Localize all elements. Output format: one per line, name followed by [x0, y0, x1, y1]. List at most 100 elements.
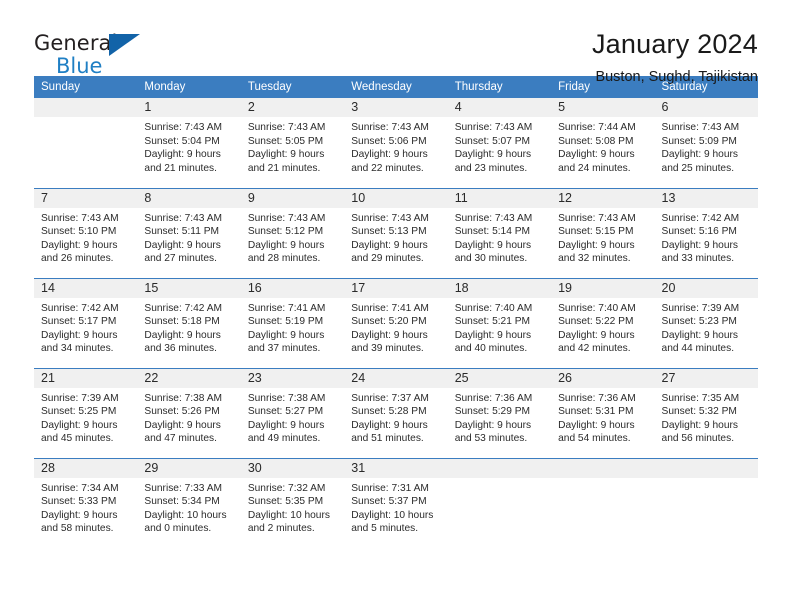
sunset-text: Sunset: 5:35 PM: [247, 496, 324, 508]
daylight-text-line1: Daylight: 9 hours: [661, 419, 738, 431]
daylight-text-line2: and 28 minutes.: [247, 253, 321, 265]
daylight-text-line1: Daylight: 9 hours: [247, 329, 325, 341]
sunrise-text: Sunrise: 7:42 AM: [144, 302, 223, 314]
calendar-day-cell[interactable]: 15 Sunrise: 7:42 AM Sunset: 5:18 PM Dayligh…: [137, 277, 241, 368]
calendar-day-cell[interactable]: 4 Sunrise: 7:43 AM Sunset: 5:07 PM Daylight…: [447, 98, 552, 188]
day-details: Sunrise: 7:32 AM Sunset: 5:35 PM Daylight:…: [241, 478, 344, 536]
daylight-text-line1: Daylight: 9 hours: [144, 239, 221, 251]
sunset-text: Sunset: 5:08 PM: [558, 135, 634, 147]
daylight-text-line1: Daylight: 9 hours: [454, 419, 532, 431]
day-number: 10: [344, 188, 448, 208]
sunrise-text: Sunrise: 7:34 AM: [41, 482, 119, 494]
calendar-day-cell[interactable]: 18 Sunrise: 7:40 AM Sunset: 5:21 PM Dayligh…: [447, 277, 552, 368]
daylight-text-line1: Daylight: 9 hours: [144, 149, 221, 161]
calendar-day-cell[interactable]: 16 Sunrise: 7:41 AM Sunset: 5:19 PM Dayligh…: [240, 277, 345, 368]
sunset-text: Sunset: 5:29 PM: [454, 406, 531, 418]
sunset-text: Sunset: 5:10 PM: [41, 226, 117, 238]
calendar-day-cell[interactable]: 12 Sunrise: 7:43 AM Sunset: 5:15 PM Dayligh…: [551, 187, 655, 278]
sunset-text: Sunset: 5:23 PM: [661, 316, 737, 328]
daylight-text-line1: Daylight: 9 hours: [558, 239, 635, 251]
sunrise-text: Sunrise: 7:43 AM: [351, 212, 429, 224]
calendar-day-cell[interactable]: 31 Sunrise: 7:31 AM Sunset: 5:37 PM Dayligh…: [344, 457, 448, 548]
daylight-text-line1: Daylight: 10 hours: [144, 509, 227, 521]
day-number: 22: [137, 368, 241, 388]
day-details: Sunrise: 7:40 AM Sunset: 5:22 PM Daylight:…: [551, 298, 654, 356]
calendar-day-cell[interactable]: 10 Sunrise: 7:43 AM Sunset: 5:13 PM Dayligh…: [344, 187, 448, 278]
daylight-text-line2: and 42 minutes.: [558, 343, 631, 355]
daylight-text-line2: and 33 minutes.: [661, 253, 735, 265]
day-number: 21: [34, 368, 138, 388]
calendar-empty-cell: [551, 457, 655, 548]
calendar-day-cell[interactable]: 19 Sunrise: 7:40 AM Sunset: 5:22 PM Dayligh…: [551, 277, 655, 368]
calendar-day-cell[interactable]: 30 Sunrise: 7:32 AM Sunset: 5:35 PM Dayligh…: [240, 457, 345, 548]
day-number: [447, 458, 552, 478]
calendar-day-cell[interactable]: 2 Sunrise: 7:43 AM Sunset: 5:05 PM Daylight…: [240, 98, 345, 188]
calendar-day-cell[interactable]: 1 Sunrise: 7:43 AM Sunset: 5:04 PM Daylight…: [137, 98, 241, 188]
day-number: 18: [447, 278, 552, 298]
day-details: Sunrise: 7:39 AM Sunset: 5:25 PM Daylight:…: [34, 388, 137, 446]
calendar-day-cell[interactable]: 20 Sunrise: 7:39 AM Sunset: 5:23 PM Dayligh…: [654, 277, 758, 368]
daylight-text-line2: and 29 minutes.: [351, 253, 424, 265]
daylight-text-line2: and 47 minutes.: [144, 433, 217, 445]
sunset-text: Sunset: 5:06 PM: [351, 135, 427, 147]
sunrise-text: Sunrise: 7:43 AM: [247, 122, 326, 133]
calendar-empty-cell: [654, 457, 758, 548]
daylight-text-line1: Daylight: 9 hours: [558, 419, 635, 431]
day-number: 20: [654, 278, 758, 298]
calendar-day-cell[interactable]: 9 Sunrise: 7:43 AM Sunset: 5:12 PM Daylight…: [240, 187, 345, 278]
general-blue-logo[interactable]: General Blue: [34, 26, 154, 78]
calendar-week-row: 1 Sunrise: 7:43 AM Sunset: 5:04 PM Daylight…: [34, 98, 758, 188]
calendar-day-cell[interactable]: 11 Sunrise: 7:43 AM Sunset: 5:14 PM Dayligh…: [447, 187, 552, 278]
calendar-week-row: 7 Sunrise: 7:43 AM Sunset: 5:10 PM Daylight…: [34, 187, 758, 278]
day-details: Sunrise: 7:39 AM Sunset: 5:23 PM Daylight:…: [655, 298, 758, 356]
sunset-text: Sunset: 5:11 PM: [144, 226, 219, 238]
calendar-day-cell[interactable]: 21 Sunrise: 7:39 AM Sunset: 5:25 PM Dayligh…: [34, 367, 138, 458]
calendar-day-cell[interactable]: 6 Sunrise: 7:43 AM Sunset: 5:09 PM Daylight…: [654, 98, 758, 188]
calendar-week-row: 28 Sunrise: 7:34 AM Sunset: 5:33 PM Dayligh…: [34, 457, 758, 548]
sunrise-text: Sunrise: 7:37 AM: [351, 392, 429, 404]
sunset-text: Sunset: 5:05 PM: [247, 135, 324, 147]
calendar-day-cell[interactable]: 17 Sunrise: 7:41 AM Sunset: 5:20 PM Dayligh…: [344, 277, 448, 368]
daylight-text-line2: and 22 minutes.: [351, 162, 424, 174]
sunrise-text: Sunrise: 7:38 AM: [144, 392, 223, 404]
daylight-text-line2: and 21 minutes.: [247, 162, 321, 174]
daylight-text-line2: and 44 minutes.: [661, 343, 735, 355]
calendar-day-cell[interactable]: 5 Sunrise: 7:44 AM Sunset: 5:08 PM Daylight…: [551, 98, 655, 188]
day-details: Sunrise: 7:43 AM Sunset: 5:15 PM Daylight:…: [551, 208, 654, 266]
calendar-day-cell[interactable]: 23 Sunrise: 7:38 AM Sunset: 5:27 PM Dayligh…: [240, 367, 345, 458]
daylight-text-line1: Daylight: 9 hours: [661, 329, 738, 341]
calendar-day-cell[interactable]: 27 Sunrise: 7:35 AM Sunset: 5:32 PM Dayligh…: [654, 367, 758, 458]
daylight-text-line2: and 51 minutes.: [351, 433, 424, 445]
day-details: Sunrise: 7:42 AM Sunset: 5:17 PM Daylight:…: [34, 298, 137, 356]
calendar-empty-cell: [447, 457, 552, 548]
day-details: Sunrise: 7:43 AM Sunset: 5:05 PM Daylight:…: [241, 117, 344, 175]
sunrise-text: Sunrise: 7:42 AM: [661, 212, 740, 224]
day-number: 9: [240, 188, 345, 208]
calendar-day-cell[interactable]: 29 Sunrise: 7:33 AM Sunset: 5:34 PM Dayligh…: [137, 457, 241, 548]
sunrise-text: Sunrise: 7:41 AM: [351, 302, 429, 314]
daylight-text-line1: Daylight: 9 hours: [41, 329, 118, 341]
sunrise-text: Sunrise: 7:43 AM: [351, 122, 429, 133]
calendar-day-cell[interactable]: 14 Sunrise: 7:42 AM Sunset: 5:17 PM Dayligh…: [34, 277, 138, 368]
sunset-text: Sunset: 5:27 PM: [247, 406, 324, 418]
daylight-text-line2: and 54 minutes.: [558, 433, 631, 445]
daylight-text-line2: and 24 minutes.: [558, 162, 631, 174]
sunrise-text: Sunrise: 7:40 AM: [454, 302, 533, 314]
sunrise-text: Sunrise: 7:38 AM: [247, 392, 326, 404]
calendar-day-cell[interactable]: 13 Sunrise: 7:42 AM Sunset: 5:16 PM Dayligh…: [654, 187, 758, 278]
calendar-day-cell[interactable]: 8 Sunrise: 7:43 AM Sunset: 5:11 PM Daylight…: [137, 187, 241, 278]
daylight-text-line1: Daylight: 9 hours: [558, 149, 635, 161]
calendar-day-cell[interactable]: 25 Sunrise: 7:36 AM Sunset: 5:29 PM Dayligh…: [447, 367, 552, 458]
title-block: January 2024 Buston, Sughd, Tajikistan: [592, 26, 758, 87]
calendar-day-cell[interactable]: 28 Sunrise: 7:34 AM Sunset: 5:33 PM Dayligh…: [34, 457, 138, 548]
calendar-day-cell[interactable]: 26 Sunrise: 7:36 AM Sunset: 5:31 PM Dayligh…: [551, 367, 655, 458]
day-number: 7: [34, 188, 138, 208]
daylight-text-line2: and 49 minutes.: [247, 433, 321, 445]
daylight-text-line1: Daylight: 9 hours: [351, 329, 428, 341]
weekday-header-wednesday: Wednesday: [344, 76, 448, 98]
calendar-day-cell[interactable]: 7 Sunrise: 7:43 AM Sunset: 5:10 PM Daylight…: [34, 187, 138, 278]
calendar-day-cell[interactable]: 24 Sunrise: 7:37 AM Sunset: 5:28 PM Dayligh…: [344, 367, 448, 458]
calendar-day-cell[interactable]: 3 Sunrise: 7:43 AM Sunset: 5:06 PM Daylight…: [344, 98, 448, 188]
day-number: 16: [240, 278, 345, 298]
calendar-day-cell[interactable]: 22 Sunrise: 7:38 AM Sunset: 5:26 PM Dayligh…: [137, 367, 241, 458]
